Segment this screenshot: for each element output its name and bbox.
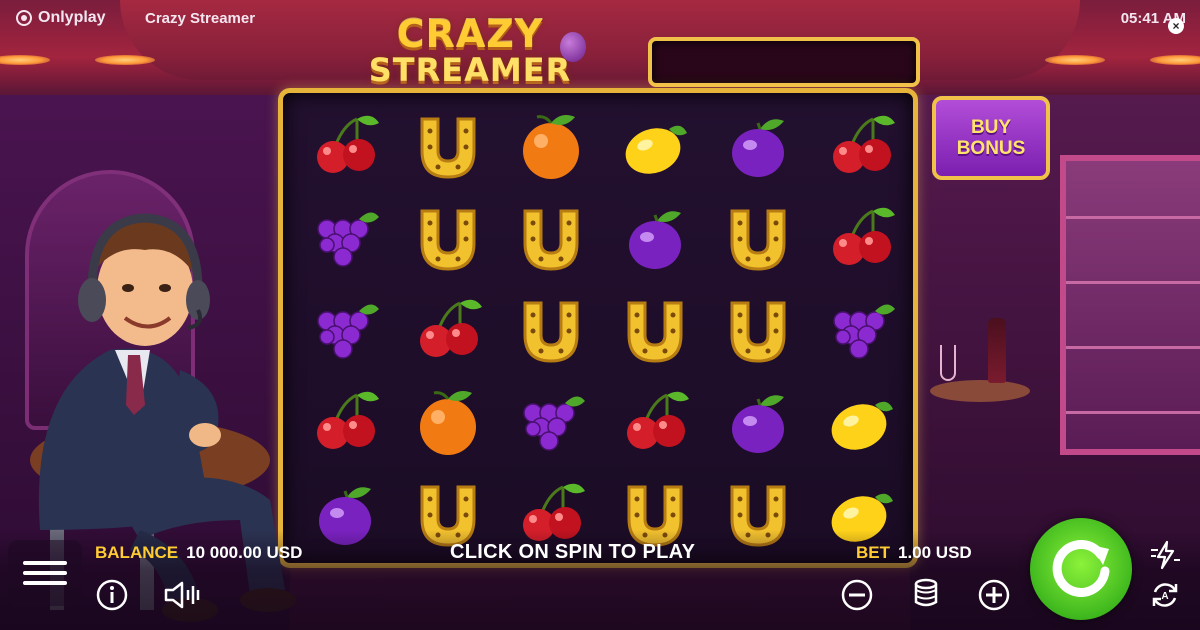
brand-name: Onlyplay [38,9,106,26]
grape-symbol-icon [500,377,603,469]
horseshoe-symbol-icon [706,193,809,285]
speaker-icon[interactable] [162,578,202,612]
bet-display: BET 1.00 USD [856,543,972,563]
spin-button[interactable] [1030,518,1132,620]
brand: Onlyplay [16,9,106,27]
autoplay-icon[interactable]: A [1148,578,1182,612]
balance-label: BALANCE [95,543,179,562]
ceiling-lamp [1045,55,1105,65]
balance-display: BALANCE 10 000.00 USD [95,543,302,563]
bet-value: 1.00 USD [898,543,972,562]
game-title: Crazy Streamer [145,10,256,27]
buy-bonus-label-2: BONUS [956,138,1026,159]
background-table [930,380,1030,402]
orange-symbol-icon [500,101,603,193]
win-display [648,37,920,87]
buy-bonus-button[interactable]: BUY BONUS [932,96,1050,180]
horseshoe-symbol-icon [396,101,499,193]
bet-label: BET [856,543,890,562]
turbo-lightning-icon[interactable] [1148,538,1182,572]
lemon-symbol-icon [603,101,706,193]
plum-symbol-icon [706,101,809,193]
horseshoe-symbol-icon [706,285,809,377]
top-bar: Onlyplay Crazy Streamer 05:41 AM [0,0,1200,36]
plum-symbol-icon [603,193,706,285]
spin-arrow-icon [1052,539,1110,597]
background-wine-glass [940,345,956,381]
minus-icon[interactable] [840,578,874,612]
grape-symbol-icon [810,285,913,377]
horseshoe-symbol-icon [603,285,706,377]
logo-line-1: CRAZY [396,12,544,56]
horseshoe-symbol-icon [396,193,499,285]
reels-frame [278,88,918,568]
background-wine-bottle [988,318,1006,383]
grape-symbol-icon [293,285,396,377]
grape-symbol-icon [293,193,396,285]
cherry-symbol-icon [810,101,913,193]
cherry-symbol-icon [293,101,396,193]
buy-bonus-label-1: BUY [970,117,1012,138]
spin-message: CLICK ON SPIN TO PLAY [450,541,696,563]
hamburger-menu-icon[interactable] [8,540,82,606]
ceiling-lamp [95,55,155,65]
info-icon[interactable] [95,578,129,612]
reel-grid [293,101,913,561]
svg-text:A: A [1161,591,1168,602]
cherry-symbol-icon [293,377,396,469]
plum-symbol-icon [706,377,809,469]
close-icon[interactable]: × [1168,18,1184,34]
horseshoe-symbol-icon [500,193,603,285]
balance-value: 10 000.00 USD [186,543,303,562]
cherry-symbol-icon [396,285,499,377]
coin-stack-icon[interactable] [909,576,943,610]
plus-icon[interactable] [977,578,1011,612]
onlyplay-logo-icon [16,10,32,26]
lemon-symbol-icon [810,377,913,469]
horseshoe-symbol-icon [500,285,603,377]
logo-line-2: STREAMER [368,51,572,89]
background-bottle-shelf [1060,155,1200,455]
logo-grape-icon [560,32,586,62]
cherry-symbol-icon [810,193,913,285]
cherry-symbol-icon [603,377,706,469]
orange-symbol-icon [396,377,499,469]
